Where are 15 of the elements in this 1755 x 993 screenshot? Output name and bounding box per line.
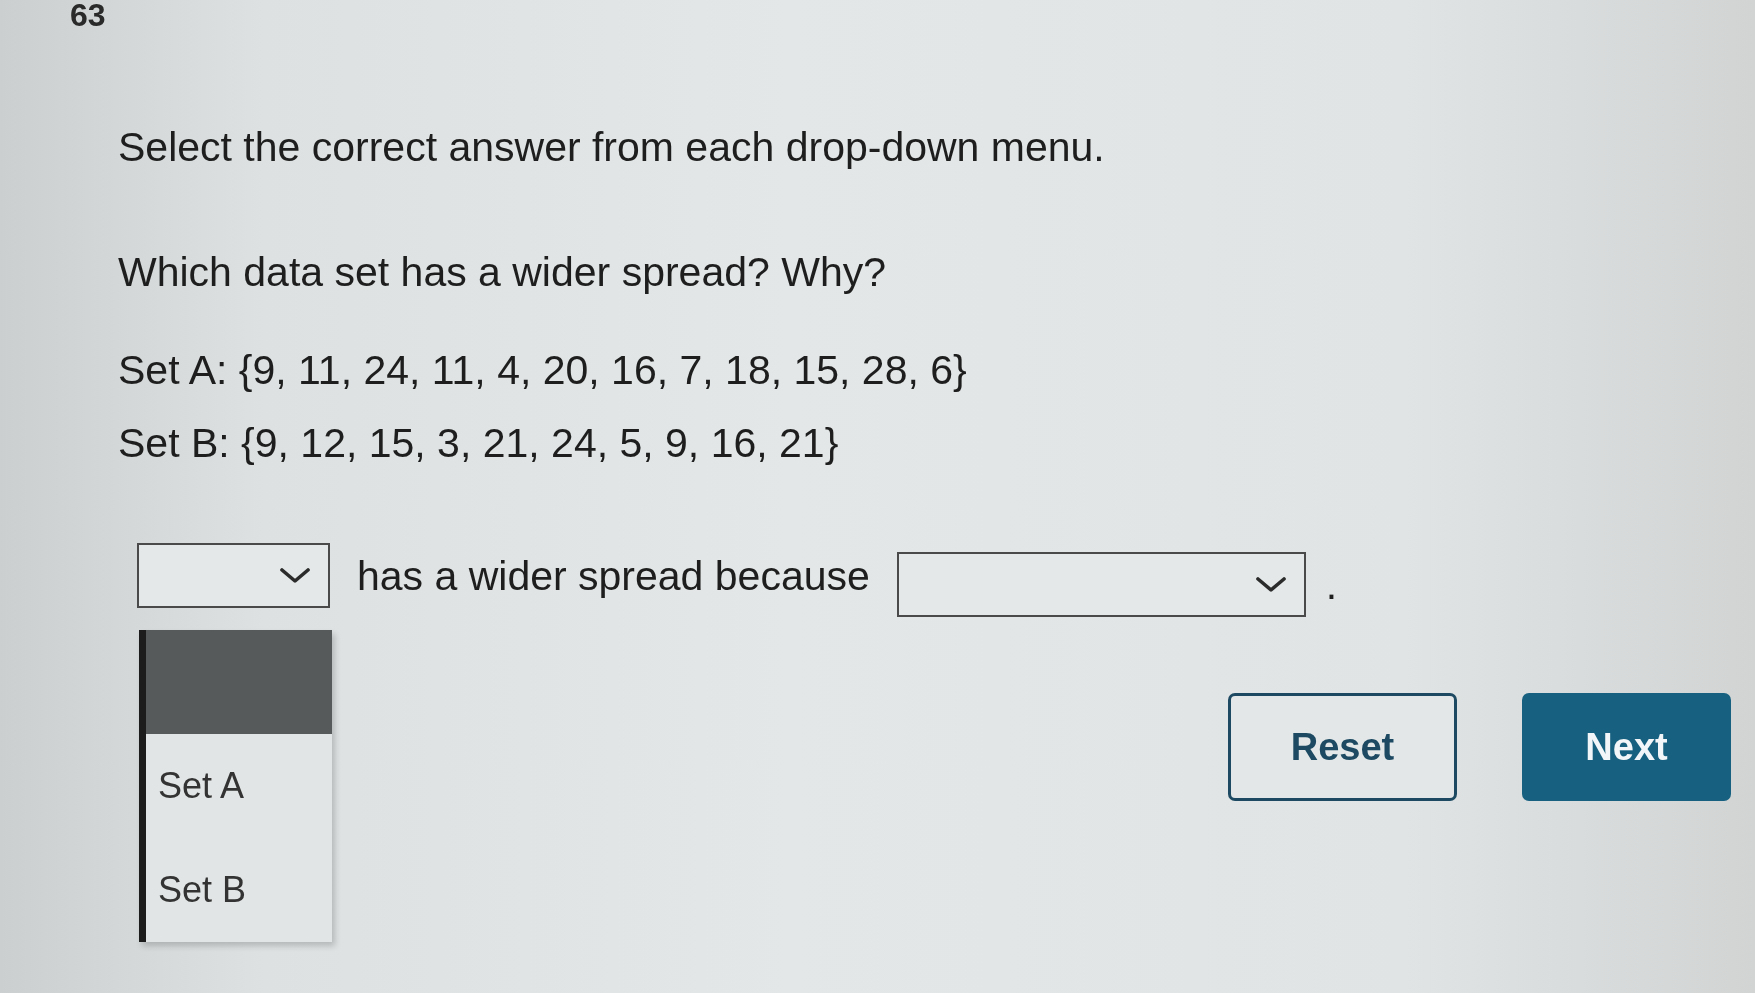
sentence-text: has a wider spread because: [357, 551, 870, 600]
chevron-icon: [280, 567, 310, 584]
question-text: Which data set has a wider spread? Why?: [118, 248, 886, 296]
instruction-text: Select the correct answer from each drop-down menu.: [118, 123, 1105, 171]
menu-option[interactable]: Set B: [146, 838, 332, 942]
question-number: 63: [70, 0, 106, 30]
dropdown-field[interactable]: [137, 543, 330, 608]
data-set-text: Set B: {9, 12, 15, 3, 21, 24, 5, 9, 16, 21}: [118, 419, 839, 467]
dropdown-field[interactable]: [896, 552, 1306, 617]
chevron-icon: [1255, 576, 1286, 593]
sentence-text: .: [1325, 560, 1338, 609]
reset-button[interactable]: Reset: [1228, 693, 1457, 801]
data-set-text: Set A: {9, 11, 24, 11, 4, 20, 16, 7, 18, 15, 28, 6}: [118, 346, 967, 394]
menu-option[interactable]: Set A: [146, 734, 332, 838]
next-button[interactable]: Next: [1522, 693, 1731, 801]
